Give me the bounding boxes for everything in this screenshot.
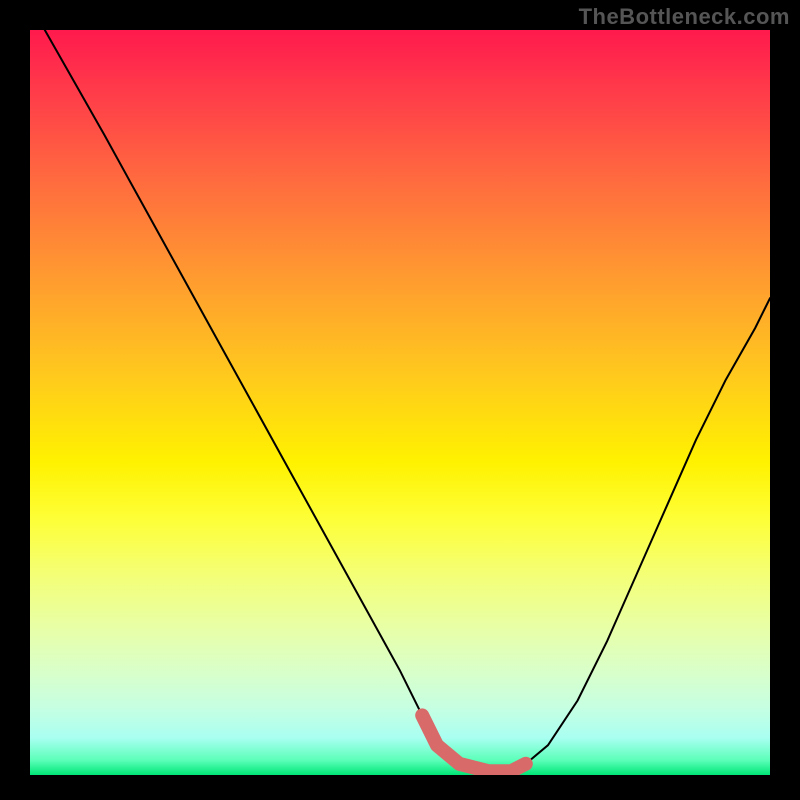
watermark-text: TheBottleneck.com (579, 4, 790, 30)
highlight-segment (422, 715, 526, 771)
chart-svg (30, 30, 770, 775)
plot-area (30, 30, 770, 775)
bottleneck-curve (45, 30, 770, 771)
